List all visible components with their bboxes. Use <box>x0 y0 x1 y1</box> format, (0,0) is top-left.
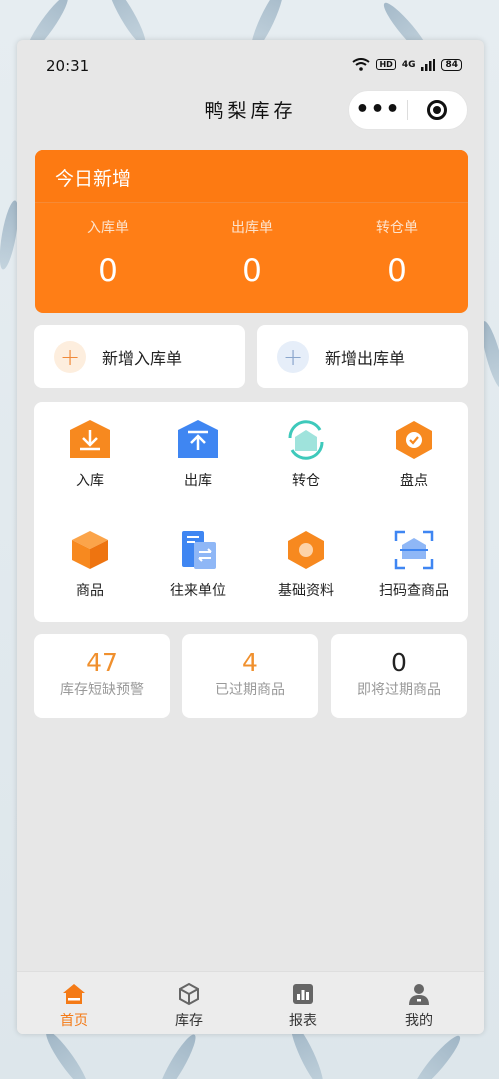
menu-label: 转仓 <box>292 473 320 489</box>
menu-transfer[interactable]: 转仓 <box>252 418 360 490</box>
menu-label: 商品 <box>76 583 104 599</box>
plus-icon: + <box>277 341 309 373</box>
menu-stocktake[interactable]: 盘点 <box>360 418 468 490</box>
signal-icon <box>421 58 436 71</box>
stat-label: 出库单 <box>231 220 273 236</box>
alert-value: 47 <box>86 648 118 677</box>
stat-inbound[interactable]: 入库单 0 <box>53 217 163 289</box>
inbound-icon <box>70 420 110 458</box>
stat-value: 0 <box>242 253 262 289</box>
outbound-icon <box>178 420 218 458</box>
more-options-button[interactable]: ••• <box>349 99 407 121</box>
tab-label: 首页 <box>60 1013 88 1029</box>
today-summary-card: 今日新增 入库单 0 出库单 0 转仓单 0 <box>35 150 468 313</box>
product-box-icon <box>72 531 108 569</box>
status-bar: 20:31 HD 4G 84 <box>17 40 484 86</box>
report-icon <box>293 984 313 1004</box>
basic-data-icon <box>288 531 324 569</box>
menu-scan-product[interactable]: 扫码查商品 <box>360 528 468 600</box>
menu-label: 盘点 <box>400 473 428 489</box>
stat-value: 0 <box>98 253 118 289</box>
alert-value: 0 <box>391 648 407 677</box>
today-summary-title: 今日新增 <box>55 168 132 190</box>
profile-icon <box>409 984 429 1005</box>
close-program-button[interactable] <box>408 100 466 120</box>
menu-label: 基础资料 <box>278 583 334 599</box>
alert-stock-shortage[interactable]: 47 库存短缺预警 <box>34 634 170 718</box>
alert-expiring-soon[interactable]: 0 即将过期商品 <box>331 634 467 718</box>
wifi-icon <box>352 58 371 71</box>
tab-report[interactable]: 报表 <box>263 982 343 1030</box>
alert-label: 即将过期商品 <box>357 682 441 698</box>
alert-label: 已过期商品 <box>215 682 285 698</box>
add-inbound-label: 新增入库单 <box>102 349 183 368</box>
stat-value: 0 <box>387 253 407 289</box>
alert-value: 4 <box>242 648 258 677</box>
stocktake-icon <box>396 421 432 459</box>
home-icon <box>63 984 85 1004</box>
menu-partner[interactable]: 往来单位 <box>144 528 252 600</box>
menu-label: 扫码查商品 <box>379 583 449 599</box>
scan-icon <box>394 530 434 570</box>
tab-inventory[interactable]: 库存 <box>149 982 229 1030</box>
hd-badge: HD <box>376 59 396 70</box>
transfer-icon <box>288 420 324 460</box>
alert-label: 库存短缺预警 <box>60 682 144 698</box>
stat-transfer[interactable]: 转仓单 0 <box>342 217 452 289</box>
stat-label: 入库单 <box>87 220 129 236</box>
menu-label: 入库 <box>76 473 104 489</box>
plus-icon: + <box>54 341 86 373</box>
add-inbound-button[interactable]: + 新增入库单 <box>34 325 245 388</box>
menu-basic-data[interactable]: 基础资料 <box>252 528 360 600</box>
stat-outbound[interactable]: 出库单 0 <box>197 217 307 289</box>
mini-program-capsule: ••• <box>348 90 468 130</box>
tab-home[interactable]: 首页 <box>34 982 114 1030</box>
status-time: 20:31 <box>46 57 90 75</box>
network-label: 4G <box>401 59 416 70</box>
tab-label: 报表 <box>289 1013 317 1029</box>
add-outbound-label: 新增出库单 <box>325 349 406 368</box>
phone-screen: 20:31 HD 4G 84 鸭梨库存 ••• 今日新增 入库单 0 出库单 0… <box>17 40 484 1034</box>
target-icon <box>427 100 447 120</box>
alert-expired[interactable]: 4 已过期商品 <box>182 634 318 718</box>
add-outbound-button[interactable]: + 新增出库单 <box>257 325 468 388</box>
tab-profile[interactable]: 我的 <box>379 982 459 1030</box>
stat-label: 转仓单 <box>376 220 418 236</box>
menu-label: 往来单位 <box>170 583 226 599</box>
tab-label: 库存 <box>175 1013 203 1029</box>
battery-level: 84 <box>441 58 462 71</box>
menu-outbound[interactable]: 出库 <box>144 418 252 490</box>
function-grid: 入库 出库 转仓 盘点 商品 往来单位 基础资料 扫码查商品 <box>34 402 468 622</box>
tab-label: 我的 <box>405 1013 433 1029</box>
bottom-tab-bar: 首页 库存 报表 我的 <box>17 971 484 1034</box>
partner-icon <box>182 531 216 569</box>
menu-product[interactable]: 商品 <box>36 528 144 600</box>
menu-inbound[interactable]: 入库 <box>36 418 144 490</box>
menu-label: 出库 <box>184 473 212 489</box>
inventory-icon <box>179 982 199 1006</box>
